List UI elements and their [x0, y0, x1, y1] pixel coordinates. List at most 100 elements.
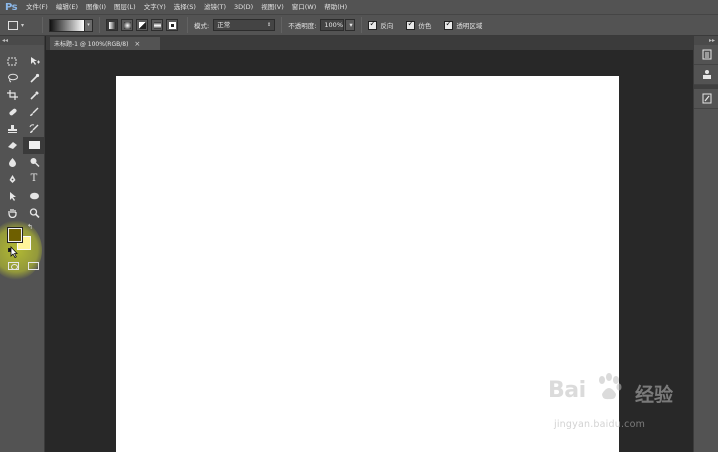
- watermark-logo-text: Bai: [548, 378, 586, 403]
- clone-stamp-tool[interactable]: [1, 120, 23, 137]
- pen-tool[interactable]: [1, 171, 23, 188]
- angle-gradient-icon: [138, 21, 146, 29]
- opacity-input[interactable]: 100%: [320, 19, 345, 31]
- gradient-icon: [28, 141, 40, 150]
- close-icon[interactable]: ×: [134, 40, 140, 48]
- spinner-icon: ⇕: [267, 22, 272, 28]
- angle-gradient-button[interactable]: [136, 19, 148, 31]
- chevron-down-icon: ▾: [349, 21, 353, 29]
- quick-selection-tool[interactable]: [23, 70, 45, 87]
- screen-mode-icon[interactable]: [28, 262, 39, 270]
- opacity-value: 100%: [324, 21, 343, 29]
- divider: [42, 17, 43, 33]
- swap-colors-icon[interactable]: ↰: [27, 223, 33, 231]
- path-selection-tool[interactable]: [1, 187, 23, 204]
- eyedropper-tool[interactable]: [23, 87, 45, 104]
- menu-view[interactable]: 视图(V): [257, 0, 288, 14]
- healing-brush-icon: [8, 108, 17, 116]
- crop-tool[interactable]: [1, 87, 23, 104]
- marquee-icon: [7, 57, 17, 66]
- reflected-gradient-icon: [153, 21, 161, 29]
- ellipse-tool[interactable]: [23, 187, 45, 204]
- mode-select[interactable]: 正常 ⇕: [213, 19, 276, 31]
- properties-icon: [702, 70, 711, 79]
- opacity-dropdown-button[interactable]: ▾: [345, 19, 356, 31]
- mouse-cursor-icon: [10, 246, 18, 258]
- history-brush-tool[interactable]: [23, 120, 45, 137]
- eyedropper-icon: [29, 91, 39, 100]
- hand-icon: [7, 208, 17, 218]
- clone-stamp-icon: [7, 124, 17, 133]
- menu-window[interactable]: 窗口(W): [288, 0, 321, 14]
- linear-gradient-icon: [108, 21, 116, 29]
- menu-image[interactable]: 图像(I): [82, 0, 110, 14]
- chevron-down-icon: ▾: [21, 21, 25, 29]
- baidu-jingyan-watermark: Bai 经验 jingyan.baidu.com: [548, 373, 718, 438]
- dither-checkbox[interactable]: [406, 19, 416, 30]
- properties-panel-button[interactable]: [694, 65, 718, 85]
- transparency-checkbox[interactable]: [444, 19, 454, 30]
- menu-help[interactable]: 帮助(H): [320, 0, 351, 14]
- type-tool[interactable]: T: [23, 171, 45, 188]
- zoom-tool[interactable]: [23, 204, 45, 221]
- zoom-icon: [29, 207, 40, 218]
- reverse-checkbox[interactable]: [368, 19, 378, 30]
- document-canvas[interactable]: [116, 76, 619, 452]
- gradient-preview[interactable]: [49, 18, 85, 32]
- menu-layer[interactable]: 图层(L): [110, 0, 140, 14]
- gradient-tool[interactable]: [23, 136, 45, 154]
- brush-panel-button[interactable]: [694, 89, 718, 109]
- panel-collapse-button[interactable]: ◂◂: [0, 36, 44, 45]
- watermark-url: jingyan.baidu.com: [554, 419, 646, 430]
- reflected-gradient-button[interactable]: [151, 19, 163, 31]
- dock-expand-button[interactable]: ▸▸: [694, 36, 718, 45]
- healing-brush-tool[interactable]: [1, 103, 23, 120]
- transparency-option[interactable]: 透明区域: [444, 19, 486, 30]
- mode-value: 正常: [217, 21, 231, 29]
- document-tab[interactable]: 未标题-1 @ 100%(RGB/8) ×: [50, 37, 160, 50]
- lasso-tool[interactable]: [1, 70, 23, 87]
- eraser-icon: [7, 142, 17, 150]
- dodge-tool[interactable]: [23, 154, 45, 171]
- radial-gradient-icon: [123, 21, 131, 29]
- linear-gradient-button[interactable]: [106, 19, 118, 31]
- eraser-tool[interactable]: [1, 137, 23, 154]
- foreground-color-swatch[interactable]: [7, 227, 23, 243]
- diamond-gradient-button[interactable]: [166, 19, 178, 31]
- radial-gradient-button[interactable]: [121, 19, 133, 31]
- pen-icon: [9, 174, 15, 183]
- move-icon: [30, 57, 40, 66]
- history-panel-button[interactable]: [694, 45, 718, 65]
- document-tab-bar: 未标题-1 @ 100%(RGB/8) ×: [46, 36, 693, 50]
- blur-tool[interactable]: [1, 154, 23, 171]
- document-tab-title: 未标题-1 @ 100%(RGB/8): [54, 41, 129, 48]
- diamond-gradient-icon: [168, 21, 176, 29]
- app-logo: Ps: [4, 1, 18, 13]
- menu-bar: Ps 文件(F) 编辑(E) 图像(I) 图层(L) 文字(Y) 选择(S) 滤…: [0, 0, 718, 14]
- menu-select[interactable]: 选择(S): [170, 0, 200, 14]
- hand-tool[interactable]: [1, 204, 23, 221]
- brush-tool[interactable]: [23, 103, 45, 120]
- quick-mask-icon[interactable]: [8, 262, 19, 270]
- dither-option[interactable]: 仿色: [406, 19, 435, 30]
- divider: [281, 17, 283, 33]
- menu-filter[interactable]: 滤镜(T): [200, 0, 230, 14]
- opacity-label: 不透明度:: [288, 22, 317, 30]
- paw-icon: [599, 373, 622, 400]
- gradient-tool-icon: [8, 20, 18, 30]
- marquee-tool[interactable]: [1, 53, 23, 70]
- blur-icon: [8, 158, 16, 168]
- tool-preset-picker[interactable]: ▾: [8, 17, 36, 33]
- move-tool[interactable]: [23, 53, 45, 70]
- options-bar: ▾ ▾ 模式: 正常 ⇕ 不透明度: 100% ▾ 反向 仿色 透明区域: [0, 14, 718, 36]
- mode-label: 模式:: [194, 22, 210, 30]
- menu-file[interactable]: 文件(F): [22, 0, 52, 14]
- menu-edit[interactable]: 编辑(E): [52, 0, 82, 14]
- divider: [99, 17, 100, 33]
- reverse-option[interactable]: 反向: [368, 19, 397, 30]
- gradient-dropdown-button[interactable]: ▾: [84, 18, 93, 32]
- lasso-icon: [7, 73, 18, 83]
- menu-type[interactable]: 文字(Y): [140, 0, 170, 14]
- menu-3d[interactable]: 3D(D): [230, 0, 257, 14]
- brush-panel-icon: [702, 93, 711, 104]
